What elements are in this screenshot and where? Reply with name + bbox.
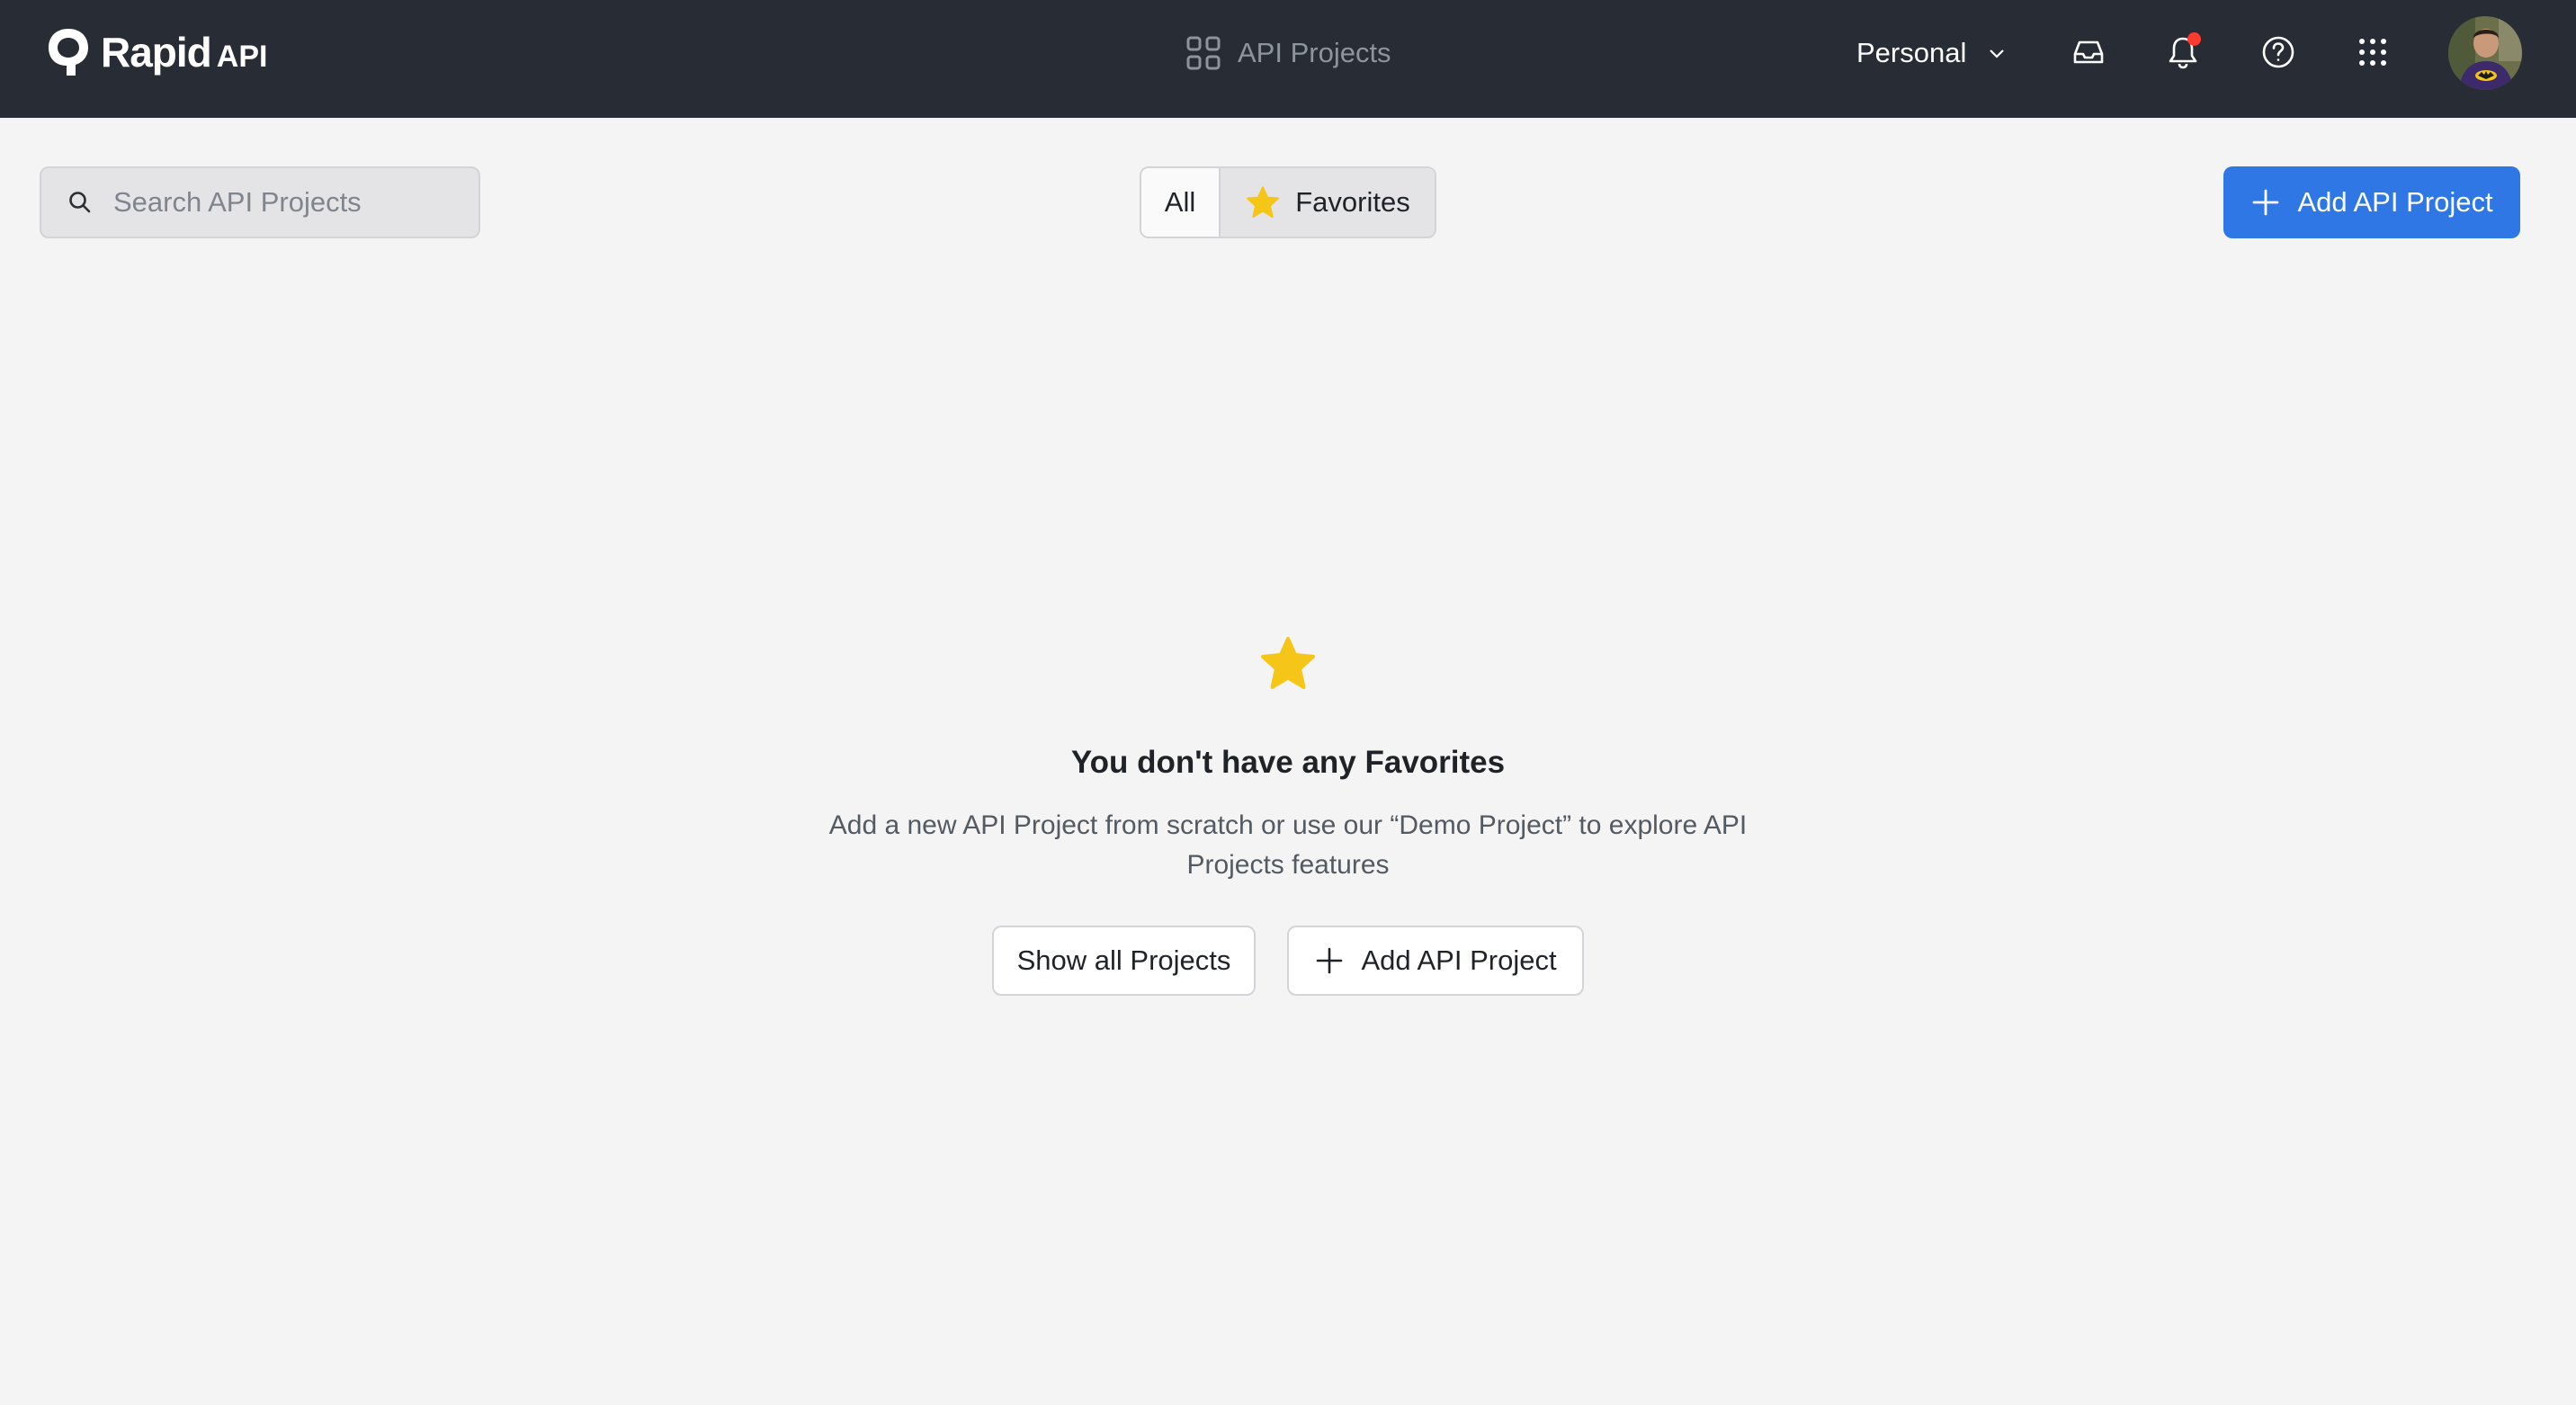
rapidapi-logo-icon <box>49 29 88 76</box>
rapidapi-logo[interactable]: Rapid API <box>45 25 267 79</box>
plus-icon <box>2253 189 2279 216</box>
workspace-label: Personal <box>1856 37 1967 68</box>
empty-state-description: Add a new API Project from scratch or us… <box>828 810 1748 880</box>
user-avatar-image <box>2448 16 2522 90</box>
inbox-button[interactable] <box>2067 31 2110 74</box>
search-input[interactable] <box>113 186 455 219</box>
notifications-button[interactable] <box>2161 31 2205 74</box>
top-navigation-bar: Rapid API API Projects Personal <box>0 0 2576 118</box>
logo-suffix: API <box>216 40 268 74</box>
filter-all-label: All <box>1164 186 1196 218</box>
apps-menu-button[interactable] <box>2351 31 2394 74</box>
projects-grid-icon <box>1186 36 1221 70</box>
chevron-down-icon <box>1990 49 2005 58</box>
star-icon <box>1247 186 1280 218</box>
rapidapi-wordmark: Rapid API <box>101 28 267 76</box>
filter-all-tab[interactable]: All <box>1141 168 1221 237</box>
help-button[interactable] <box>2257 31 2300 74</box>
section-title-text: API Projects <box>1238 37 1391 68</box>
workspace-selector[interactable]: Personal <box>1856 32 2008 74</box>
star-icon <box>1261 637 1315 689</box>
search-projects[interactable] <box>40 166 480 238</box>
show-all-projects-button[interactable]: Show all Projects <box>992 926 1256 996</box>
add-api-project-label: Add API Project <box>2297 186 2493 218</box>
add-api-project-button[interactable]: Add API Project <box>2223 166 2520 238</box>
help-icon <box>2262 36 2294 68</box>
user-avatar[interactable] <box>2448 16 2522 90</box>
filter-favorites-label: Favorites <box>1295 186 1410 218</box>
logo-text: Rapid <box>101 29 212 76</box>
section-title: API Projects <box>1185 32 1391 74</box>
notification-badge <box>2187 32 2201 46</box>
project-filter-toggle: All Favorites <box>1140 166 1436 238</box>
empty-state-title: You don't have any Favorites <box>1070 745 1506 780</box>
filter-favorites-tab[interactable]: Favorites <box>1221 168 1435 237</box>
plus-icon <box>1317 947 1343 974</box>
search-icon <box>69 192 91 213</box>
show-all-projects-label: Show all Projects <box>1016 944 1231 976</box>
inbox-icon <box>2073 40 2104 64</box>
empty-add-api-project-button[interactable]: Add API Project <box>1287 926 1584 996</box>
apps-grid-icon <box>2359 39 2386 66</box>
empty-add-api-project-label: Add API Project <box>1361 944 1557 976</box>
